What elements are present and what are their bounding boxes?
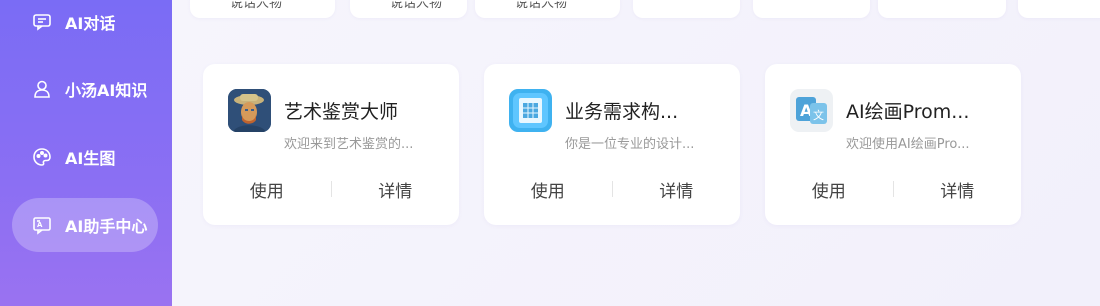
art-portrait-logo bbox=[228, 89, 271, 132]
sidebar: AI对话 小汤AI知识 AI生图 A AI助手中心 bbox=[0, 0, 172, 306]
card-description: 欢迎来到艺术鉴赏的... bbox=[284, 137, 414, 152]
card-title: AI绘画Prom... bbox=[846, 101, 970, 123]
assistant-card: A 文 AI绘画Prom... 欢迎使用AI绘画Pro... 使用 详情 bbox=[765, 64, 1021, 225]
card-title: 艺术鉴赏大师 bbox=[284, 101, 399, 123]
top-card[interactable] bbox=[1018, 0, 1100, 18]
detail-button[interactable]: 详情 bbox=[894, 177, 1022, 202]
top-card-label: 说话人物 bbox=[515, 0, 568, 12]
sidebar-item-assistant-center[interactable]: A AI助手中心 bbox=[12, 198, 158, 252]
user-icon bbox=[32, 79, 52, 99]
card-actions: 使用 详情 bbox=[484, 175, 740, 203]
main-content: 说话人物 说话人物 说话人物 艺术鉴赏大师 欢迎来到艺术鉴赏的... 使用 详情… bbox=[172, 0, 1100, 306]
top-card[interactable]: 说话人物 bbox=[350, 0, 467, 18]
sidebar-item-knowledge[interactable]: 小汤AI知识 bbox=[12, 62, 158, 116]
card-description: 你是一位专业的设计... bbox=[565, 137, 695, 152]
use-button[interactable]: 使用 bbox=[765, 177, 893, 202]
sidebar-item-ai-chat[interactable]: AI对话 bbox=[12, 0, 158, 49]
sidebar-item-ai-image[interactable]: AI生图 bbox=[12, 130, 158, 184]
card-title: 业务需求构... bbox=[565, 101, 679, 123]
blueprint-logo bbox=[509, 89, 552, 132]
assistant-card: 业务需求构... 你是一位专业的设计... 使用 详情 bbox=[484, 64, 740, 225]
top-card[interactable] bbox=[878, 0, 1006, 18]
detail-button[interactable]: 详情 bbox=[613, 177, 741, 202]
use-button[interactable]: 使用 bbox=[484, 177, 612, 202]
top-card[interactable]: 说话人物 bbox=[190, 0, 335, 18]
sidebar-item-label: AI对话 bbox=[65, 14, 116, 33]
top-card[interactable] bbox=[633, 0, 740, 18]
svg-text:A: A bbox=[37, 221, 43, 229]
card-actions: 使用 详情 bbox=[765, 175, 1021, 203]
assistant-icon: A bbox=[32, 215, 52, 235]
card-description: 欢迎使用AI绘画Pro... bbox=[846, 137, 970, 152]
top-card-label: 说话人物 bbox=[230, 0, 283, 12]
sidebar-item-label: 小汤AI知识 bbox=[65, 81, 148, 100]
sidebar-item-label: AI生图 bbox=[65, 149, 116, 168]
use-button[interactable]: 使用 bbox=[203, 177, 331, 202]
sidebar-item-label: AI助手中心 bbox=[65, 217, 148, 236]
assistant-card: 艺术鉴赏大师 欢迎来到艺术鉴赏的... 使用 详情 bbox=[203, 64, 459, 225]
palette-icon bbox=[32, 147, 52, 167]
card-actions: 使用 详情 bbox=[203, 175, 459, 203]
top-card[interactable]: 说话人物 bbox=[475, 0, 620, 18]
chat-icon bbox=[32, 12, 52, 32]
detail-button[interactable]: 详情 bbox=[332, 177, 460, 202]
translate-logo: A 文 bbox=[790, 89, 833, 132]
svg-text:文: 文 bbox=[813, 108, 824, 122]
top-card-label: 说话人物 bbox=[390, 0, 443, 12]
top-card[interactable] bbox=[753, 0, 870, 18]
